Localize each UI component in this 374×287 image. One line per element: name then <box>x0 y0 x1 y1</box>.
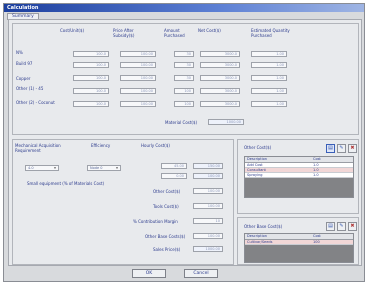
calculation-group: Mechanical Acquisition Requirement Effic… <box>12 139 234 265</box>
other-costs-title: Other Cost($) <box>244 145 272 150</box>
table-cell: Cultivar/Seeds <box>247 240 273 244</box>
row-label: Other (1) - 45 <box>16 86 44 91</box>
price-field[interactable]: 100.00 <box>120 88 156 94</box>
window-title: Calculation <box>7 5 39 11</box>
column-header: Cost <box>313 234 321 238</box>
amount-header: Amount Purchased <box>164 28 185 38</box>
price-field[interactable]: 100.00 <box>120 51 156 57</box>
cost-field[interactable]: 100.0 <box>73 101 109 107</box>
ok-button[interactable]: OK <box>132 269 166 278</box>
estimated-field[interactable]: 1.00 <box>251 51 287 57</box>
other-cost-label: Other Cost($) <box>153 189 181 194</box>
row-label: Copper <box>16 76 31 81</box>
machinery-select[interactable]: 4.0 ▾ <box>25 165 59 171</box>
estimated-header: Estimated Quantity Purchased <box>251 28 290 38</box>
net-cost-field: 3000.0 <box>200 62 240 68</box>
material-cost-field: 1000.00 <box>208 119 244 125</box>
other-base-costs-field: 100.00 <box>193 233 223 239</box>
chevron-down-icon: ▾ <box>116 166 118 170</box>
price-after-header: Price After Subsidy($) <box>113 28 135 38</box>
table-row[interactable]: Spraying 1.0 <box>245 173 353 178</box>
other-costs-group: Other Cost($) ▤ ✎ ✖ Description Cost Add… <box>237 139 359 214</box>
other-base-costs-table[interactable]: Description Cost Cultivar/Seeds 100 <box>244 233 354 263</box>
machinery-header: Mechanical Acquisition Requirement <box>15 143 61 153</box>
cost-unit-header: Cost/Unit($) <box>60 28 85 33</box>
amount-field[interactable]: 100 <box>174 101 194 107</box>
price-field[interactable]: 100.00 <box>120 101 156 107</box>
title-bar[interactable]: Calculation <box>4 4 364 12</box>
table-cell: 100 <box>313 240 320 244</box>
delete-icon: ✖ <box>350 223 355 229</box>
edit-icon: ✎ <box>339 223 344 229</box>
tools-cost-field: 100.00 <box>193 203 223 209</box>
add-icon: ▤ <box>328 145 333 151</box>
hourly-input[interactable]: 0.00 <box>161 173 187 179</box>
material-cost-label: Material Cost($) <box>165 120 198 125</box>
summary-group: Cost/Unit($) Price After Subsidy($) Amou… <box>12 23 359 135</box>
add-other-cost-button[interactable]: ▤ <box>326 144 335 153</box>
cost-field[interactable]: 100.0 <box>73 75 109 81</box>
hourly-result: 150.00 <box>193 163 223 169</box>
amount-field[interactable]: 30 <box>174 51 194 57</box>
efficiency-select[interactable]: Node 0 ▾ <box>87 165 121 171</box>
contribution-margin-label: % Contribution Margin <box>133 219 178 224</box>
hourly-input[interactable]: 45.00 <box>161 163 187 169</box>
cost-field[interactable]: 100.0 <box>73 51 109 57</box>
column-header: Description <box>247 157 267 161</box>
add-icon: ▤ <box>328 223 333 229</box>
net-cost-field: 3000.0 <box>200 88 240 94</box>
cost-field[interactable]: 100.0 <box>73 88 109 94</box>
contribution-margin-field[interactable]: 10 <box>193 218 223 224</box>
row-label: N% <box>16 50 23 55</box>
price-field[interactable]: 100.00 <box>120 62 156 68</box>
row-label: Build 97 <box>16 61 33 66</box>
net-cost-field: 3000.0 <box>200 51 240 57</box>
table-row[interactable]: Cultivar/Seeds 100 <box>245 240 353 245</box>
price-field[interactable]: 100.00 <box>120 75 156 81</box>
other-base-costs-group: Other Base Cost($) ▤ ✎ ✖ Description Cos… <box>237 217 359 265</box>
row-label: Other (2) - Coconut <box>16 100 55 105</box>
other-base-costs-title: Other Base Cost($) <box>244 224 283 229</box>
column-header: Description <box>247 234 267 238</box>
chevron-down-icon: ▾ <box>54 166 56 170</box>
hourly-result: 100.00 <box>193 173 223 179</box>
other-costs-table[interactable]: Description Cost Add Cost 1.0 Consultant… <box>244 156 354 198</box>
tools-cost-label: Tools Cost($) <box>153 204 179 209</box>
estimated-field[interactable]: 1.00 <box>251 62 287 68</box>
add-other-base-cost-button[interactable]: ▤ <box>326 222 335 231</box>
amount-field[interactable]: 30 <box>174 62 194 68</box>
other-base-costs-label: Other Base Costs($) <box>145 234 186 239</box>
sales-price-label: Sales Price($) <box>153 247 181 252</box>
net-cost-field: 3000.0 <box>200 75 240 81</box>
machinery-value: 4.0 <box>28 166 34 170</box>
summary-panel: Cost/Unit($) Price After Subsidy($) Amou… <box>8 19 362 266</box>
efficiency-header: Efficiency <box>91 143 111 148</box>
cancel-button[interactable]: Cancel <box>184 269 218 278</box>
column-header: Cost <box>313 157 321 161</box>
amount-field[interactable]: 30 <box>174 75 194 81</box>
table-cell: 1.0 <box>313 173 319 177</box>
net-cost-header: Net Cost($) <box>198 28 221 33</box>
sales-price-field: 1000.00 <box>193 246 223 252</box>
calculation-window: Calculation Summary Cost/Unit($) Price A… <box>3 3 365 282</box>
delete-icon: ✖ <box>350 145 355 151</box>
edit-other-cost-button[interactable]: ✎ <box>337 144 346 153</box>
small-equipment-label: Small equipment (% of Materials Cost) <box>27 181 105 186</box>
estimated-field[interactable]: 1.00 <box>251 88 287 94</box>
cost-field[interactable]: 100.0 <box>73 62 109 68</box>
edit-other-base-cost-button[interactable]: ✎ <box>337 222 346 231</box>
delete-other-cost-button[interactable]: ✖ <box>348 144 357 153</box>
net-cost-field: 3000.0 <box>200 101 240 107</box>
efficiency-value: Node 0 <box>90 166 103 170</box>
estimated-field[interactable]: 1.00 <box>251 101 287 107</box>
estimated-field[interactable]: 1.00 <box>251 75 287 81</box>
hourly-cost-header: Hourly Cost($) <box>141 143 170 148</box>
other-cost-field: 100.00 <box>193 188 223 194</box>
delete-other-base-cost-button[interactable]: ✖ <box>348 222 357 231</box>
amount-field[interactable]: 100 <box>174 88 194 94</box>
edit-icon: ✎ <box>339 145 344 151</box>
table-cell: Spraying <box>247 173 263 177</box>
